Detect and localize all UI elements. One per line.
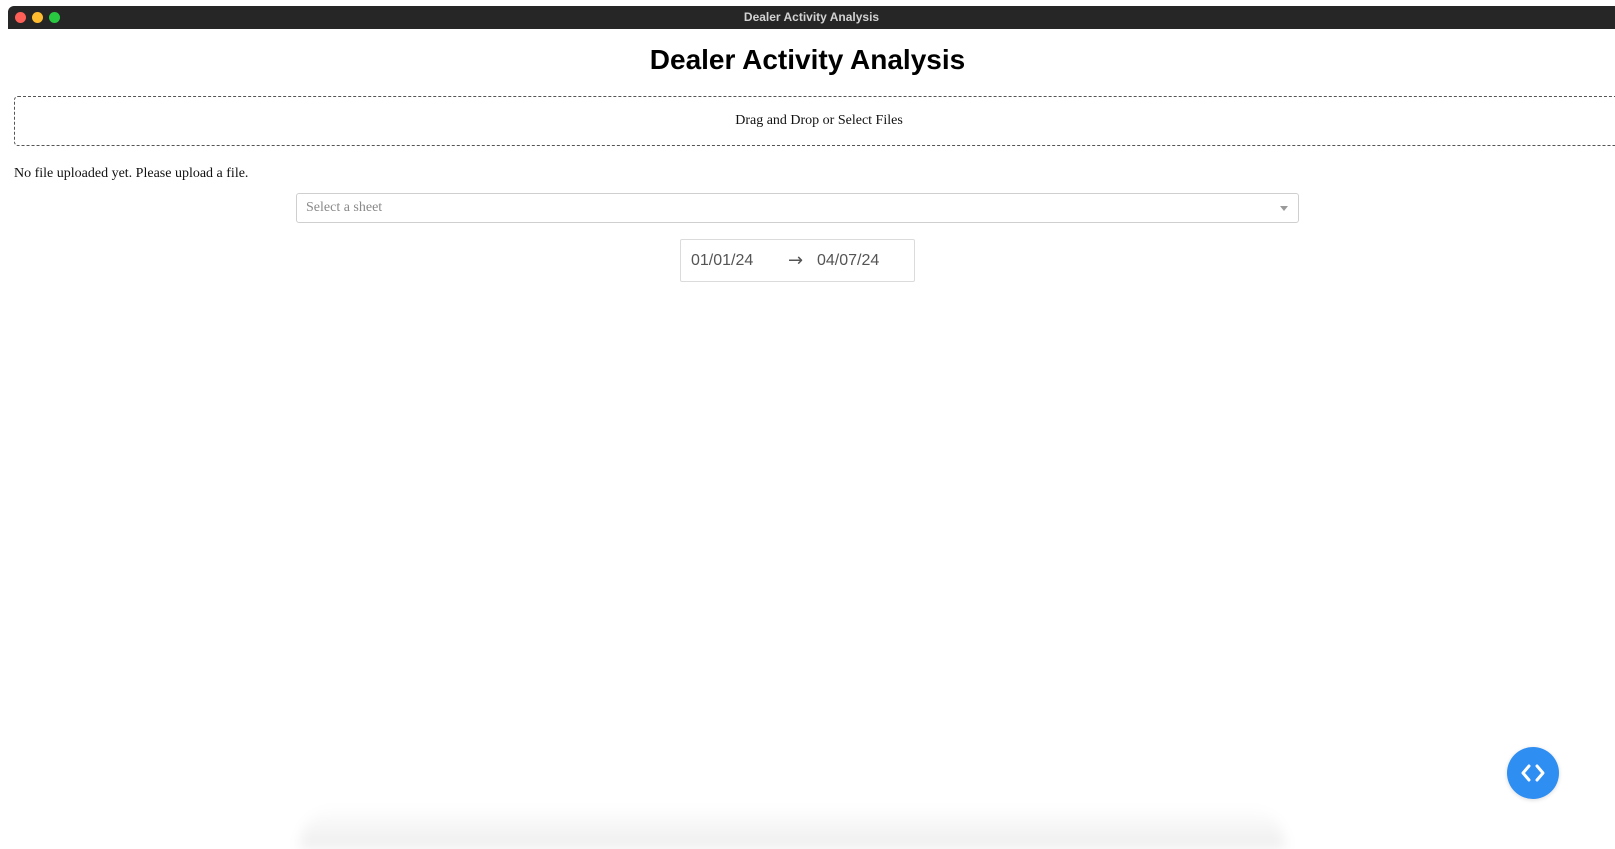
upload-prompt: Drag and Drop or Select Files [735,113,903,128]
code-brackets-icon [1521,764,1545,782]
date-range-picker: → [680,239,915,282]
code-toggle-button[interactable] [1507,747,1559,799]
sheet-select-placeholder: Select a sheet [306,200,383,215]
page-title: Dealer Activity Analysis [649,44,966,75]
upload-status-message: No file uploaded yet. Please upload a fi… [14,166,249,181]
start-date-input[interactable] [691,240,761,281]
sheet-select[interactable]: Select a sheet [296,193,1299,223]
window-titlebar: Dealer Activity Analysis [8,6,1615,29]
arrow-right-icon: → [788,250,804,271]
chevron-down-icon [1280,206,1288,211]
file-upload-dropzone[interactable]: Drag and Drop or Select Files [14,96,1615,146]
bottom-panel-shadow [300,806,1285,849]
end-date-input[interactable] [817,240,887,281]
window-title: Dealer Activity Analysis [743,10,880,24]
